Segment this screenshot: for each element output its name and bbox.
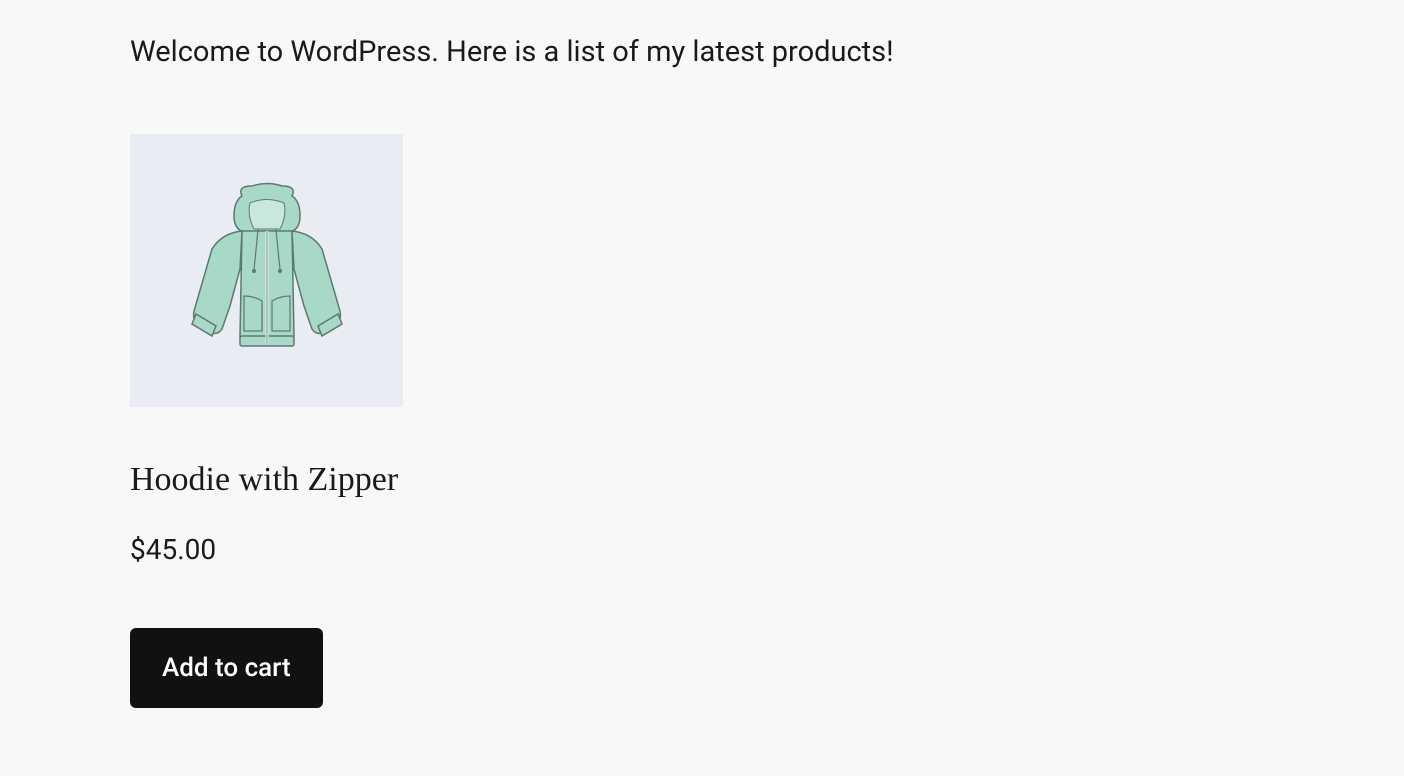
hoodie-icon: [182, 181, 352, 361]
product-card: Hoodie with Zipper $45.00 Add to cart: [130, 134, 403, 708]
product-title[interactable]: Hoodie with Zipper: [130, 457, 403, 503]
intro-text: Welcome to WordPress. Here is a list of …: [130, 35, 1274, 69]
add-to-cart-button[interactable]: Add to cart: [130, 628, 323, 708]
product-price: $45.00: [130, 533, 403, 566]
product-image-link[interactable]: [130, 134, 403, 407]
